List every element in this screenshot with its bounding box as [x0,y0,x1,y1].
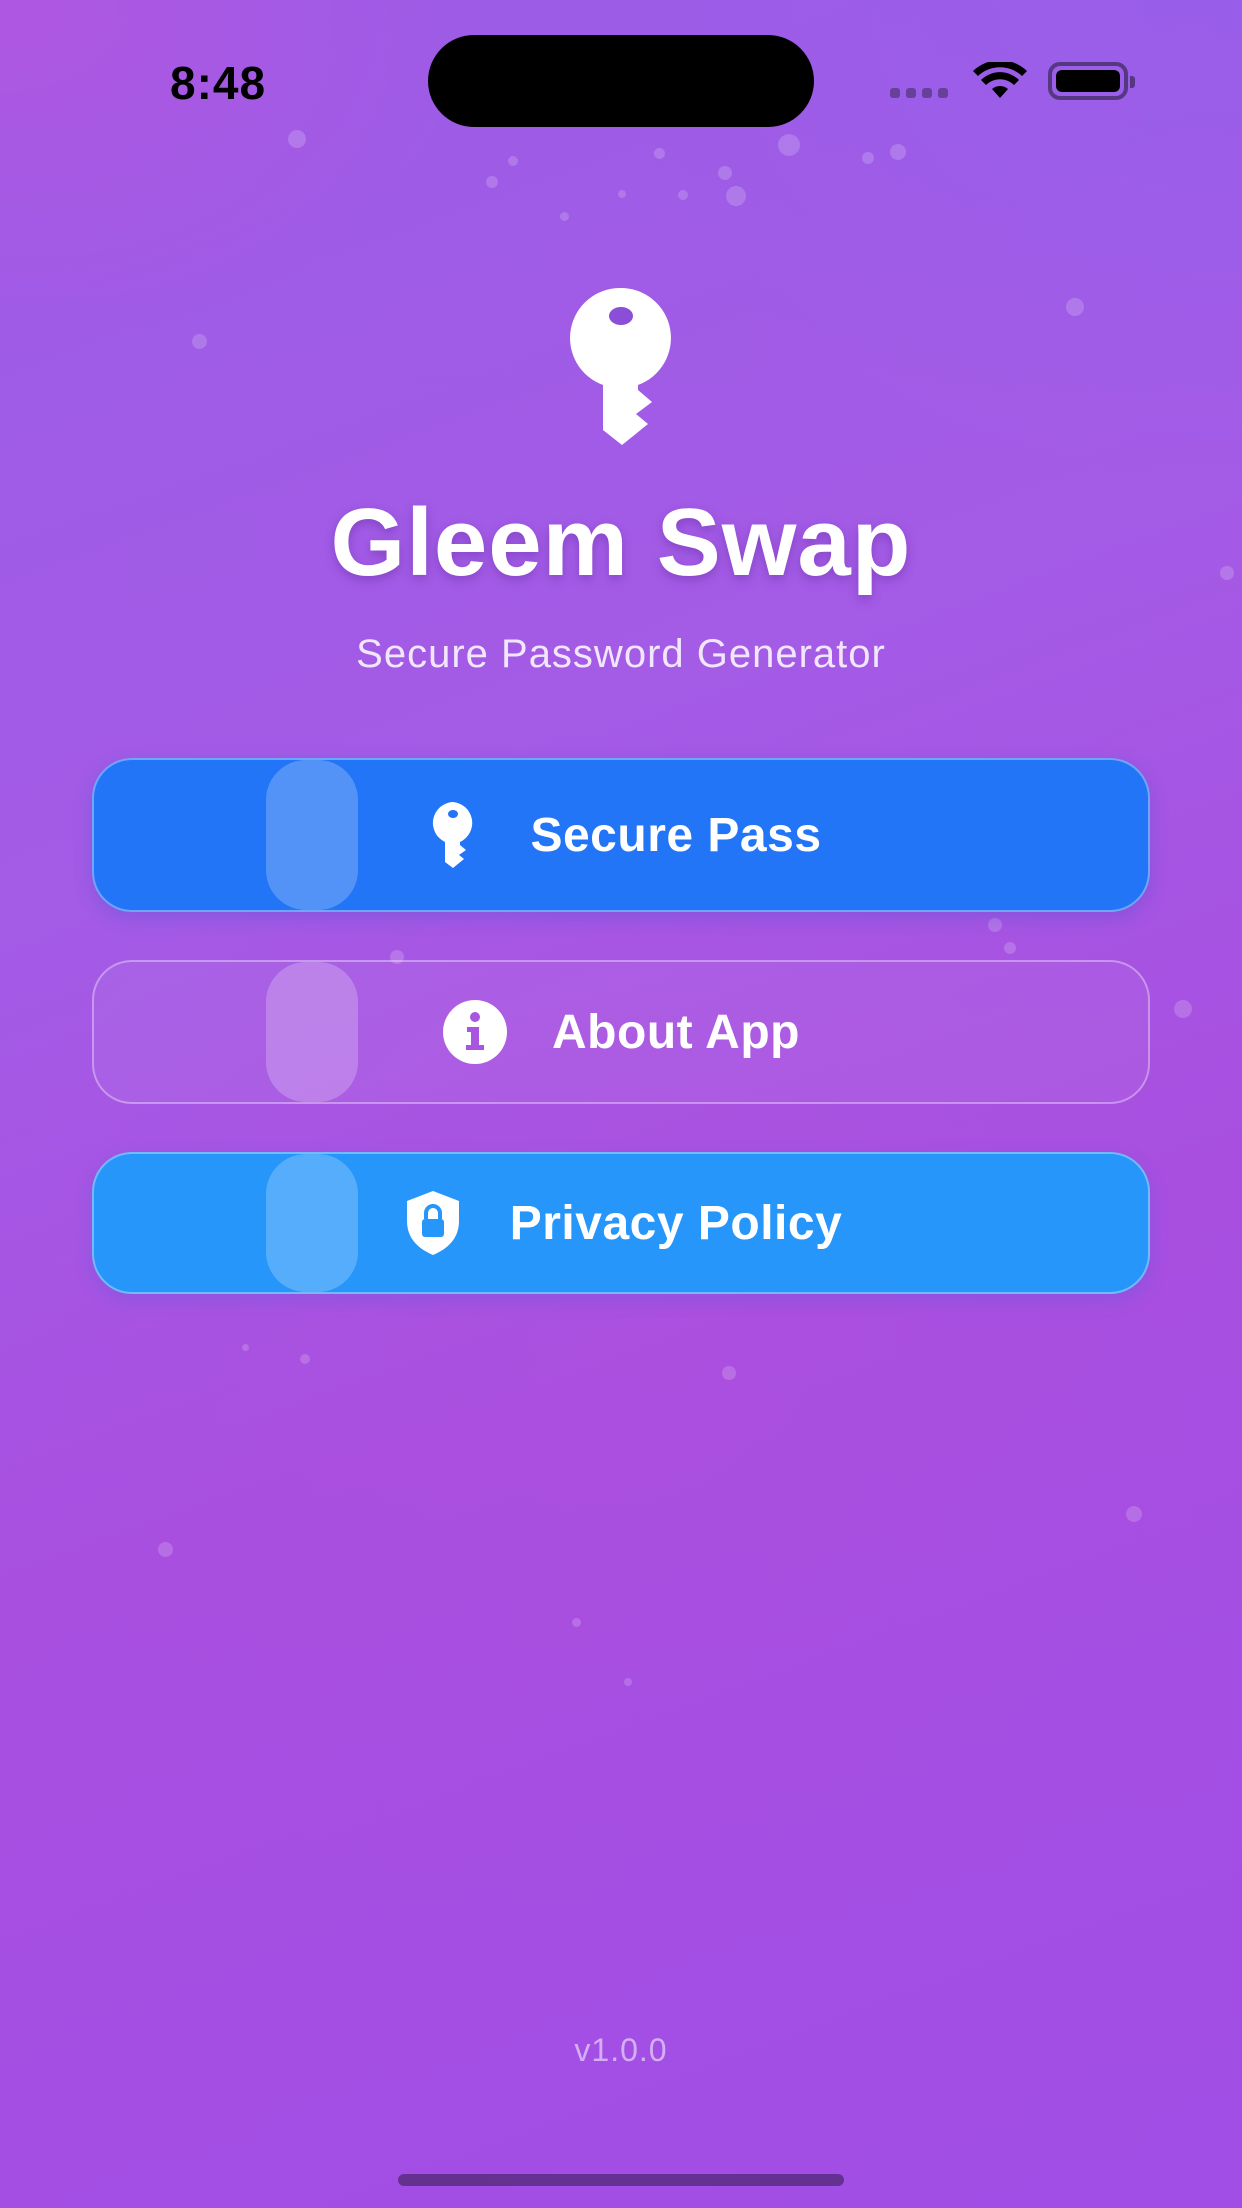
status-bar: 8:48 [0,0,1242,170]
version-label: v1.0.0 [574,2032,668,2068]
privacy-policy-button[interactable]: Privacy Policy [92,1152,1150,1294]
app-subtitle: Secure Password Generator [356,632,886,676]
info-icon [442,999,508,1065]
button-shine [266,760,358,910]
about-app-button[interactable]: About App [92,960,1150,1104]
button-shine [266,1154,358,1292]
app-title: Gleem Swap [330,489,912,596]
status-time: 8:48 [170,57,267,109]
wifi-icon [973,62,1027,98]
about-app-label: About App [552,1005,800,1059]
dynamic-island [428,35,814,127]
key-icon [570,288,671,445]
key-icon [420,802,486,868]
shield-lock-icon [400,1190,466,1256]
battery-icon [1048,62,1135,100]
secure-pass-label: Secure Pass [530,808,822,862]
privacy-policy-label: Privacy Policy [509,1196,843,1250]
home-indicator[interactable] [398,2174,844,2186]
cellular-signal-icon [890,88,948,98]
secure-pass-button[interactable]: Secure Pass [92,758,1150,912]
button-shine [266,962,358,1102]
